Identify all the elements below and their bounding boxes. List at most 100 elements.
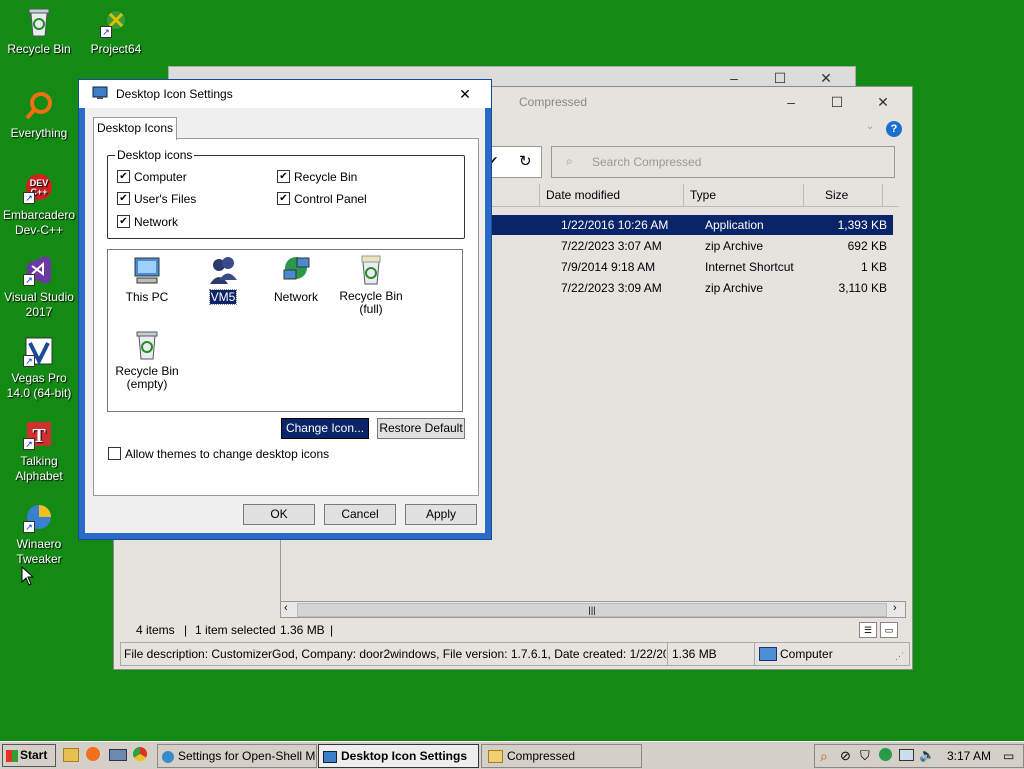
checkbox-label: Computer: [134, 170, 187, 184]
scrollbar-thumb[interactable]: |||: [297, 603, 887, 617]
settings-icon: [162, 750, 174, 763]
checkbox-unchecked-icon[interactable]: [108, 447, 121, 461]
shortcut-arrow-icon: ↗: [23, 355, 35, 367]
large-icons-view-icon[interactable]: ▭: [880, 622, 898, 638]
taskbar-item-label: Settings for Open-Shell Me...: [178, 749, 317, 763]
checkbox-users-files[interactable]: ✔ User's Files: [117, 192, 196, 206]
change-icon-button[interactable]: Change Icon...: [281, 418, 369, 439]
preview-recycle-bin-empty[interactable]: Recycle Bin (empty): [110, 329, 184, 391]
desktop-icon-everything[interactable]: Everything: [1, 90, 77, 141]
checkbox-network[interactable]: ✔ Network: [117, 215, 178, 229]
desktop-icon-project64[interactable]: ↗ Project64: [78, 6, 154, 57]
minimize-button[interactable]: –: [768, 89, 814, 115]
details-divider: [754, 643, 755, 665]
checkbox-checked-icon[interactable]: ✔: [277, 192, 290, 206]
vegas-pro-icon: ↗: [23, 335, 55, 367]
tray-monitor-icon[interactable]: [899, 749, 914, 761]
taskbar-item-desktop-icon-settings[interactable]: Desktop Icon Settings: [318, 744, 479, 768]
taskbar-item-compressed[interactable]: Compressed: [481, 744, 642, 768]
dialog-title-bar[interactable]: Desktop Icon Settings ✕: [79, 80, 491, 108]
windows-logo-icon: [6, 749, 18, 762]
desktop-icon-recycle-bin[interactable]: Recycle Bin: [1, 6, 77, 57]
tray-corner-icon[interactable]: ▭: [1003, 749, 1014, 763]
desktop-icon-visual-studio[interactable]: ↗ Visual Studio 2017: [1, 254, 77, 320]
status-bar: 4 items | 1 item selected 1.36 MB | ☰ ▭: [114, 619, 912, 641]
checkbox-allow-themes[interactable]: Allow themes to change desktop icons: [108, 447, 329, 461]
row-date: 7/22/2023 3:07 AM: [561, 239, 662, 253]
tray-search-icon[interactable]: ⌕: [820, 748, 828, 765]
dialog-close-button[interactable]: ✕: [443, 82, 487, 106]
resize-grip-icon[interactable]: ⋰: [895, 645, 904, 665]
tray-volume-muted-icon[interactable]: 🔈: [919, 747, 935, 763]
preview-this-pc[interactable]: This PC: [110, 254, 184, 304]
desktop-icon-talking-alphabet[interactable]: T ↗ Talking Alphabet: [1, 418, 77, 484]
desktop-icon-vegas-pro[interactable]: ↗ Vegas Pro 14.0 (64-bit): [1, 335, 77, 401]
search-box[interactable]: ⌕ Search Compressed: [551, 146, 895, 178]
cancel-button[interactable]: Cancel: [324, 504, 396, 525]
checkbox-computer[interactable]: ✔ Computer: [117, 170, 187, 184]
preview-recycle-bin-full[interactable]: Recycle Bin (full): [332, 254, 410, 316]
tray-globe-icon[interactable]: [879, 748, 892, 761]
taskbar-item-label: Desktop Icon Settings: [341, 749, 468, 763]
preview-user-files[interactable]: VM5: [186, 254, 260, 305]
tray-shield-icon[interactable]: ⛉: [860, 748, 870, 764]
row-date: 1/22/2016 10:26 AM: [561, 218, 669, 232]
taskbar-item-open-shell-settings[interactable]: Settings for Open-Shell Me...: [157, 744, 317, 768]
checkbox-label: Network: [134, 215, 179, 229]
horizontal-scrollbar[interactable]: ‹ ||| ›: [280, 601, 906, 618]
details-divider: [667, 643, 668, 665]
system-tray: ⌕ ⊘ ⛉ 🔈 3:17 AM ▭: [814, 744, 1024, 768]
help-icon[interactable]: ?: [886, 121, 902, 137]
preview-label: Network: [273, 290, 318, 304]
desktop-icon-label: Everything: [10, 126, 68, 140]
mouse-cursor-icon: [21, 565, 35, 589]
preview-label: Recycle Bin (empty): [115, 364, 179, 391]
dialog-title: Desktop Icon Settings: [116, 87, 233, 101]
scroll-left-icon[interactable]: ‹: [284, 602, 288, 614]
quicklaunch-firefox-icon[interactable]: [86, 747, 100, 761]
column-header-type[interactable]: Type: [684, 184, 804, 206]
desktop-icon-devcpp[interactable]: DEV C++ ↗ Embarcadero Dev-C++: [1, 172, 77, 238]
users-icon: [207, 254, 239, 286]
close-button[interactable]: ✕: [860, 89, 906, 115]
checkbox-checked-icon[interactable]: ✔: [117, 170, 130, 184]
search-input[interactable]: Search Compressed: [592, 155, 701, 169]
checkbox-label: Recycle Bin: [294, 170, 358, 184]
quicklaunch-chrome-icon[interactable]: [133, 747, 147, 761]
checkbox-checked-icon[interactable]: ✔: [117, 192, 130, 206]
column-header-date[interactable]: Date modified: [540, 184, 684, 206]
ok-button[interactable]: OK: [243, 504, 315, 525]
search-icon: ⌕: [566, 154, 573, 168]
shortcut-arrow-icon: ↗: [23, 438, 35, 450]
icon-preview-list[interactable]: This PC VM5 Network Recycle Bin (full) R…: [107, 249, 463, 412]
checkbox-recycle-bin[interactable]: ✔ Recycle Bin: [277, 170, 357, 184]
desktop-icon-winaero-tweaker[interactable]: ↗ Winaero Tweaker: [1, 501, 77, 567]
maximize-button[interactable]: ☐: [814, 89, 860, 115]
tray-clock[interactable]: 3:17 AM: [947, 749, 991, 763]
talking-alphabet-icon: T ↗: [23, 418, 55, 450]
preview-network[interactable]: Network: [259, 254, 333, 304]
row-size: 692 KB: [847, 239, 887, 253]
tab-desktop-icons[interactable]: Desktop Icons: [93, 117, 177, 140]
recycle-bin-icon: [23, 6, 55, 38]
checkbox-control-panel[interactable]: ✔ Control Panel: [277, 192, 367, 206]
checkbox-label: Control Panel: [294, 192, 367, 206]
dialog-window[interactable]: Desktop Icon Settings ✕ Desktop Icons De…: [78, 79, 492, 540]
quicklaunch-keyboard-icon[interactable]: [109, 749, 127, 761]
row-type: zip Archive: [705, 281, 764, 295]
checkbox-checked-icon[interactable]: ✔: [117, 215, 130, 229]
ribbon-collapse-chevron-icon[interactable]: ⌄: [866, 121, 874, 132]
column-header-size[interactable]: Size: [819, 184, 883, 206]
shortcut-arrow-icon: ↗: [100, 26, 112, 38]
tray-network-disabled-icon[interactable]: ⊘: [840, 748, 851, 764]
start-button[interactable]: Start: [2, 744, 56, 767]
refresh-icon[interactable]: ↻: [519, 152, 532, 170]
restore-default-button[interactable]: Restore Default: [377, 418, 465, 439]
status-size: 1.36 MB: [280, 623, 325, 637]
details-view-icon[interactable]: ☰: [859, 622, 877, 638]
visual-studio-icon: ↗: [23, 254, 55, 286]
apply-button[interactable]: Apply: [405, 504, 477, 525]
quicklaunch-explorer-icon[interactable]: [63, 748, 79, 762]
checkbox-checked-icon[interactable]: ✔: [277, 170, 290, 184]
scroll-right-icon[interactable]: ›: [893, 602, 897, 614]
